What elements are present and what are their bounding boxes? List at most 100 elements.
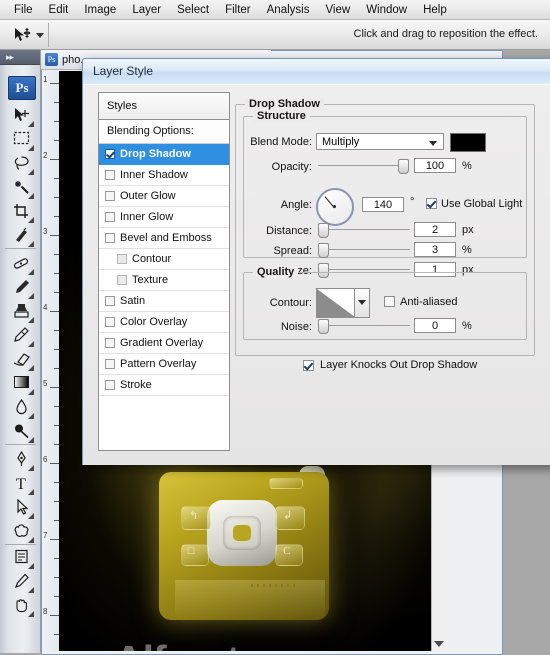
distance-label: Distance:: [266, 225, 312, 237]
history-brush-tool[interactable]: [6, 324, 36, 348]
tools-collapse-button[interactable]: ▸▸: [0, 50, 40, 65]
custom-shape-tool[interactable]: [6, 520, 36, 544]
blend-mode-select[interactable]: Multiply: [316, 133, 444, 150]
style-item-texture[interactable]: Texture: [99, 270, 229, 291]
lasso-tool[interactable]: [6, 152, 36, 176]
hand-tool[interactable]: [6, 594, 36, 618]
double-chevron-right-icon: ▸▸: [6, 52, 14, 62]
drop-shadow-settings: Drop Shadow Structure Blend Mode: Multip…: [235, 92, 535, 449]
menu-item-layer[interactable]: Layer: [124, 2, 169, 18]
style-checkbox[interactable]: [105, 359, 115, 369]
menu-item-view[interactable]: View: [317, 2, 358, 18]
healing-brush-tool[interactable]: [6, 252, 36, 276]
menu-item-select[interactable]: Select: [169, 2, 217, 18]
opacity-input[interactable]: 100: [414, 158, 456, 173]
menu-item-filter[interactable]: Filter: [217, 2, 259, 18]
menu-item-help[interactable]: Help: [415, 2, 455, 18]
type-tool[interactable]: T: [6, 472, 36, 496]
style-item-label: Contour: [132, 253, 172, 265]
scroll-down-arrow-icon[interactable]: [434, 641, 444, 647]
blending-options-item[interactable]: Blending Options: Custom: [99, 120, 229, 160]
path-selection-tool[interactable]: [6, 496, 36, 520]
style-checkbox[interactable]: [105, 149, 115, 159]
style-item-gradient-overlay[interactable]: Gradient Overlay: [99, 333, 229, 354]
style-item-color-overlay[interactable]: Color Overlay: [99, 312, 229, 333]
tool-flyout-triangle-icon: [28, 121, 34, 127]
spread-input[interactable]: 3: [414, 242, 456, 257]
style-item-inner-shadow[interactable]: Inner Shadow: [99, 165, 229, 186]
contour-dropdown-button[interactable]: [354, 288, 370, 318]
style-checkbox[interactable]: [105, 317, 115, 327]
slice-tool[interactable]: [6, 224, 36, 248]
tool-flyout-triangle-icon: [28, 241, 34, 247]
tool-flyout-triangle-icon: [28, 365, 34, 371]
shadow-color-swatch[interactable]: [450, 133, 486, 152]
dodge-tool[interactable]: [6, 420, 36, 444]
styles-list-panel: Styles Blending Options: Custom Drop Sha…: [98, 92, 230, 451]
pen-tool[interactable]: [6, 448, 36, 472]
notes-tool[interactable]: [6, 546, 36, 570]
move-tool[interactable]: [6, 104, 36, 128]
distance-input[interactable]: 2: [414, 222, 456, 237]
slider-handle[interactable]: [318, 319, 329, 334]
menu-item-edit[interactable]: Edit: [41, 2, 77, 18]
anti-aliased-label: Anti-aliased: [400, 296, 458, 308]
spread-slider[interactable]: [318, 242, 410, 258]
style-checkbox[interactable]: [117, 275, 127, 285]
layer-knocks-out-checkbox[interactable]: [303, 360, 314, 371]
opacity-slider[interactable]: [318, 158, 409, 174]
style-item-label: Drop Shadow: [120, 148, 191, 160]
style-item-inner-glow[interactable]: Inner Glow: [99, 207, 229, 228]
crop-tool[interactable]: [6, 200, 36, 224]
styles-list-header[interactable]: Styles: [99, 93, 229, 120]
phone-top-key: [269, 478, 303, 489]
eyedropper-tool[interactable]: [6, 570, 36, 594]
contour-preset-swatch[interactable]: [316, 288, 356, 318]
tool-flyout-triangle-icon: [28, 489, 34, 495]
style-item-stroke[interactable]: Stroke: [99, 375, 229, 396]
structure-group: Structure Blend Mode: Multiply Opacity: …: [243, 110, 527, 278]
slider-handle[interactable]: [398, 159, 409, 174]
quality-group-label: Quality: [253, 266, 299, 278]
anti-aliased-checkbox[interactable]: [384, 296, 395, 307]
menu-item-image[interactable]: Image: [76, 2, 124, 18]
style-checkbox[interactable]: [105, 212, 115, 222]
use-global-light-checkbox[interactable]: [426, 198, 437, 209]
menu-item-file[interactable]: File: [6, 2, 41, 18]
move-tool-icon[interactable]: [14, 27, 32, 43]
style-checkbox[interactable]: [105, 170, 115, 180]
magic-wand-tool[interactable]: [6, 176, 36, 200]
ruler-label: 5: [43, 379, 48, 388]
style-item-drop-shadow[interactable]: Drop Shadow: [99, 144, 229, 165]
style-item-bevel-and-emboss[interactable]: Bevel and Emboss: [99, 228, 229, 249]
style-checkbox[interactable]: [105, 338, 115, 348]
style-item-outer-glow[interactable]: Outer Glow: [99, 186, 229, 207]
style-checkbox[interactable]: [117, 254, 127, 264]
style-item-satin[interactable]: Satin: [99, 291, 229, 312]
slider-handle[interactable]: [318, 223, 329, 238]
style-item-pattern-overlay[interactable]: Pattern Overlay: [99, 354, 229, 375]
tool-preset-chevron-down-icon[interactable]: [36, 33, 44, 38]
clone-stamp-tool[interactable]: [6, 300, 36, 324]
blur-tool[interactable]: [6, 396, 36, 420]
brush-tool[interactable]: [6, 276, 36, 300]
distance-slider[interactable]: [318, 222, 410, 238]
style-item-contour[interactable]: Contour: [99, 249, 229, 270]
noise-input[interactable]: 0: [414, 318, 456, 333]
tool-flyout-triangle-icon: [28, 563, 34, 569]
menu-item-window[interactable]: Window: [358, 2, 415, 18]
gradient-tool[interactable]: [6, 372, 36, 396]
style-checkbox[interactable]: [105, 296, 115, 306]
menu-item-analysis[interactable]: Analysis: [259, 2, 318, 18]
marquee-tool[interactable]: [6, 128, 36, 152]
eraser-tool[interactable]: [6, 348, 36, 372]
slider-handle[interactable]: [318, 243, 329, 258]
style-checkbox[interactable]: [105, 380, 115, 390]
angle-input[interactable]: 140: [362, 197, 404, 212]
noise-slider[interactable]: [318, 318, 410, 334]
style-checkbox[interactable]: [105, 233, 115, 243]
layer-knocks-out-label: Layer Knocks Out Drop Shadow: [320, 359, 478, 371]
dialog-title-bar[interactable]: [83, 59, 550, 85]
style-checkbox[interactable]: [105, 191, 115, 201]
angle-dial[interactable]: [316, 188, 354, 226]
